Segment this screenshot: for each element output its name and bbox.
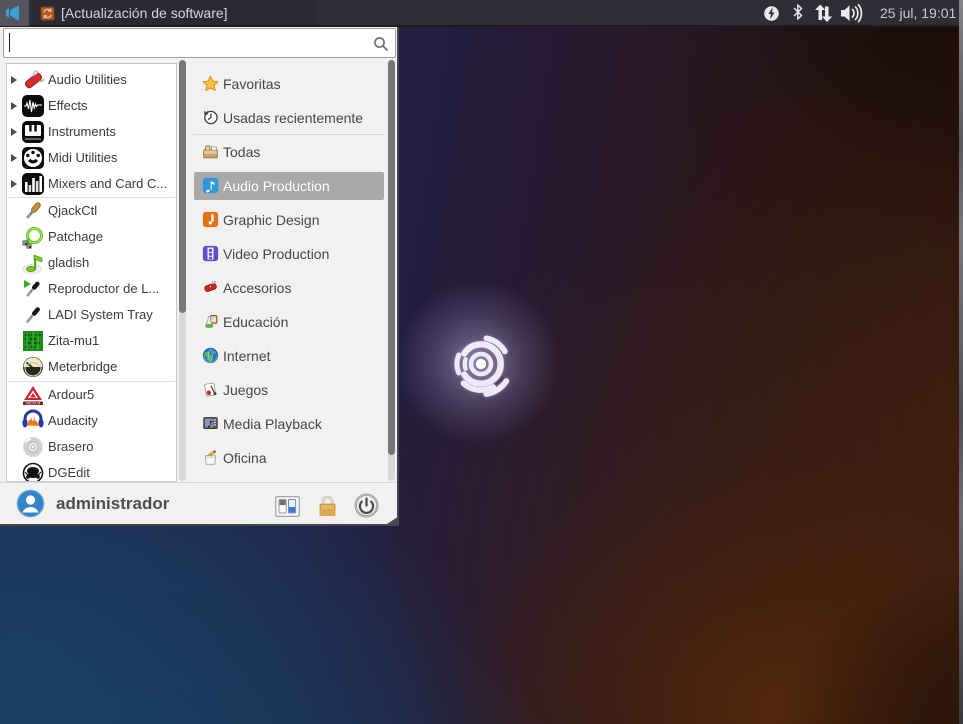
- svg-text:ARDOUR: ARDOUR: [26, 402, 41, 406]
